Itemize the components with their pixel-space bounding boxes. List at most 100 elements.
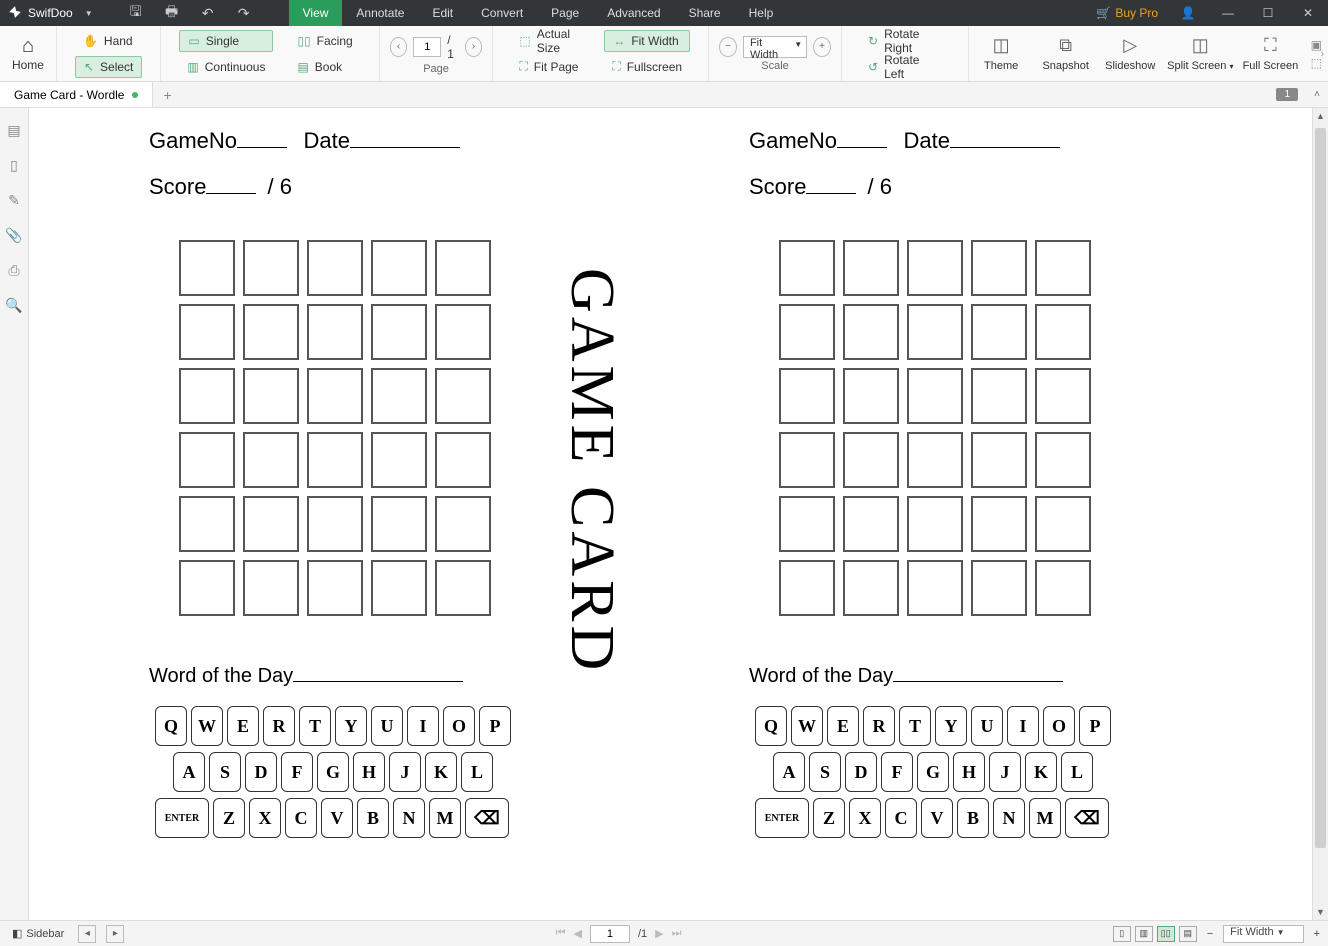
key-w: W xyxy=(791,706,823,746)
status-page-input[interactable] xyxy=(590,925,630,943)
ribbon-expand-icon[interactable]: › xyxy=(1321,48,1324,59)
theme-button[interactable]: ◫Theme xyxy=(969,26,1034,81)
menu-edit[interactable]: Edit xyxy=(418,0,467,26)
view-book-icon[interactable]: ▤ xyxy=(1179,926,1197,942)
key-v: V xyxy=(321,798,353,838)
fit-page-button[interactable]: ⛶Fit Page xyxy=(511,56,588,78)
continuous-mode[interactable]: ▥Continuous xyxy=(179,56,273,78)
menu-convert[interactable]: Convert xyxy=(467,0,537,26)
page-canvas: GameNo DateScore / 6Word of the DayQWERT… xyxy=(29,108,1312,920)
rotate-right-button[interactable]: ↻Rotate Right xyxy=(860,30,950,52)
zoom-out-button[interactable]: − xyxy=(719,37,737,57)
document-viewport[interactable]: GameNo DateScore / 6Word of the DayQWERT… xyxy=(29,108,1328,920)
continuous-label: Continuous xyxy=(205,60,266,74)
undo-icon[interactable]: ↶ xyxy=(193,5,223,22)
menu-advanced[interactable]: Advanced xyxy=(593,0,674,26)
status-zoom-select[interactable]: Fit Width ▼ xyxy=(1223,925,1303,943)
view-single-icon[interactable]: ▯ xyxy=(1113,926,1131,942)
next-page-icon[interactable]: ▶ xyxy=(655,927,663,940)
panel-left-button[interactable]: ◂ xyxy=(78,925,96,943)
minimize-button[interactable]: — xyxy=(1208,0,1248,26)
first-page-icon[interactable]: ⏮ xyxy=(556,927,566,940)
next-page-button[interactable]: › xyxy=(465,37,483,57)
key-y: Y xyxy=(935,706,967,746)
page-number-input[interactable] xyxy=(413,37,441,57)
menu-view[interactable]: View xyxy=(289,0,343,26)
search-icon[interactable]: 🔍 xyxy=(5,297,22,314)
grid-cell xyxy=(435,368,491,424)
new-tab-button[interactable]: + xyxy=(153,87,181,103)
prev-page-button[interactable]: ‹ xyxy=(390,37,408,57)
bookmarks-icon[interactable]: ▯ xyxy=(10,157,18,174)
ocr-icon[interactable]: ⎙ xyxy=(8,262,19,279)
slideshow-button[interactable]: ▷Slideshow xyxy=(1098,26,1163,81)
document-tab-title: Game Card - Wordle xyxy=(14,88,124,102)
wod-label: Word of the Day xyxy=(749,665,893,687)
collapse-ribbon-icon[interactable]: ˄ xyxy=(1314,89,1320,100)
print-icon[interactable]: 🖶 xyxy=(157,1,187,25)
document-tab[interactable]: Game Card - Wordle xyxy=(0,82,153,107)
key-f: F xyxy=(881,752,913,792)
sidebar-toggle[interactable]: ◧Sidebar xyxy=(8,927,68,940)
key-t: T xyxy=(899,706,931,746)
zoom-in-status[interactable]: + xyxy=(1314,928,1320,940)
grid-cell xyxy=(435,240,491,296)
grid-cell xyxy=(779,432,835,488)
zoom-in-button[interactable]: + xyxy=(813,37,831,57)
home-button[interactable]: ⌂ Home xyxy=(0,26,57,81)
grid-cell xyxy=(971,496,1027,552)
panel-right-button[interactable]: ▸ xyxy=(106,925,124,943)
zoom-select[interactable]: Fit Width▼ xyxy=(743,36,807,58)
key-p: P xyxy=(1079,706,1111,746)
keyboard: QWERTYUIOPASDFGHJKLENTERZXCVBNM⌫ xyxy=(755,706,1328,838)
scroll-up-icon[interactable]: ▲ xyxy=(1313,108,1328,124)
fit-width-button[interactable]: ↔Fit Width xyxy=(604,30,690,52)
attachments-icon[interactable]: 📎 xyxy=(5,227,22,244)
split-screen-button[interactable]: ◫Split Screen ▾ xyxy=(1163,26,1239,81)
keyboard: QWERTYUIOPASDFGHJKLENTERZXCVBNM⌫ xyxy=(155,706,729,838)
redo-icon[interactable]: ↷ xyxy=(229,5,259,22)
vertical-scrollbar[interactable]: ▲ ▼ xyxy=(1312,108,1328,920)
full-screen-button[interactable]: ⛶Full Screen xyxy=(1238,26,1303,81)
key-z: Z xyxy=(213,798,245,838)
rotate-right-icon: ↻ xyxy=(868,34,878,48)
menu-page[interactable]: Page xyxy=(537,0,593,26)
annotations-icon[interactable]: ✎ xyxy=(8,192,20,209)
menu-help[interactable]: Help xyxy=(735,0,788,26)
buy-pro-button[interactable]: 🛒 Buy Pro xyxy=(1086,6,1168,20)
maximize-button[interactable]: ☐ xyxy=(1248,0,1288,26)
grid-cell xyxy=(779,240,835,296)
main-area: ▤ ▯ ✎ 📎 ⎙ 🔍 GameNo DateScore / 6Word of … xyxy=(0,108,1328,920)
account-icon[interactable]: 👤 xyxy=(1168,0,1208,26)
snapshot-button[interactable]: ⧉Snapshot xyxy=(1033,26,1098,81)
key-a: A xyxy=(173,752,205,792)
app-menu-caret-icon[interactable]: ▼ xyxy=(79,9,99,18)
theme-label: Theme xyxy=(984,60,1018,72)
single-page-mode[interactable]: ▭Single xyxy=(179,30,273,52)
select-tool[interactable]: ↖Select xyxy=(75,56,142,78)
grid-cell xyxy=(179,432,235,488)
prev-page-icon[interactable]: ◀ xyxy=(573,927,581,940)
scroll-down-icon[interactable]: ▼ xyxy=(1313,904,1328,920)
save-icon[interactable]: 🖫 xyxy=(121,1,151,25)
view-cont-icon[interactable]: ▥ xyxy=(1135,926,1153,942)
book-mode[interactable]: ▤Book xyxy=(289,56,360,78)
scroll-thumb[interactable] xyxy=(1315,128,1326,848)
fullscreen-button[interactable]: ⛶Fullscreen xyxy=(604,56,690,78)
grid-cell xyxy=(179,368,235,424)
close-button[interactable]: ✕ xyxy=(1288,0,1328,26)
key-u: U xyxy=(971,706,1003,746)
thumbnails-icon[interactable]: ▤ xyxy=(7,122,20,139)
view-facing-icon[interactable]: ▯▯ xyxy=(1157,926,1175,942)
actual-size-button[interactable]: ⬚Actual Size xyxy=(511,30,588,52)
rotate-left-button[interactable]: ↺Rotate Left xyxy=(860,56,950,78)
hand-tool[interactable]: ✋Hand xyxy=(75,30,142,52)
menu-annotate[interactable]: Annotate xyxy=(342,0,418,26)
zoom-out-status[interactable]: − xyxy=(1207,928,1213,940)
menu-share[interactable]: Share xyxy=(675,0,735,26)
facing-mode[interactable]: ▯▯Facing xyxy=(289,30,360,52)
last-page-icon[interactable]: ⏭ xyxy=(672,927,682,940)
key-e: E xyxy=(827,706,859,746)
grid-cell xyxy=(371,368,427,424)
grid-cell xyxy=(307,560,363,616)
